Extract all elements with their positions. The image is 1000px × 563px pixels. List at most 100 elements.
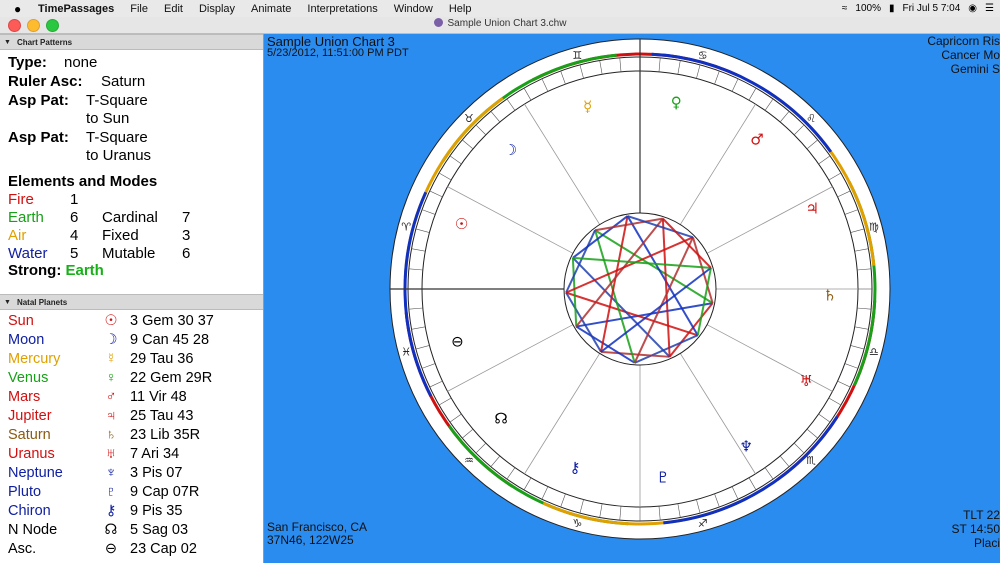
mode-name: Mutable	[102, 245, 156, 262]
menu-help[interactable]: Help	[449, 3, 472, 15]
menu-app[interactable]: TimePassages	[38, 3, 114, 15]
wifi-icon[interactable]: ≈	[842, 3, 848, 14]
clock[interactable]: Fri Jul 5 7:04	[902, 3, 960, 14]
asp2-label: Asp Pat:	[8, 129, 69, 146]
planet-glyph-icon: ⚷	[105, 503, 117, 519]
mode-count: 6	[182, 245, 191, 262]
siri-icon[interactable]: ◉	[968, 3, 977, 14]
window-title-text: Sample Union Chart 3.chw	[447, 18, 567, 29]
planet-glyph-icon: ☿	[583, 97, 592, 115]
planet-glyph-icon: ♃	[805, 200, 818, 218]
planet-row[interactable]: Saturn ♄ 23 Lib 35R	[8, 427, 258, 446]
zodiac-sign-icon: ♊	[572, 49, 582, 62]
planet-glyph-icon: ♀	[105, 370, 117, 386]
planet-row[interactable]: Chiron ⚷ 9 Pis 35	[8, 503, 258, 522]
planet-name: Saturn	[8, 427, 51, 443]
chart-patterns-header[interactable]: ▼ Chart Patterns	[0, 34, 263, 50]
planet-glyph-icon: ♅	[799, 372, 812, 390]
asp1-label: Asp Pat:	[8, 92, 69, 109]
planet-glyph-icon: ♃	[105, 408, 117, 424]
asp1-line2: to Sun	[86, 110, 130, 127]
element-name: Water	[8, 245, 48, 262]
planet-glyph-icon: ☽	[104, 332, 118, 348]
planet-position: 11 Vir 48	[130, 389, 187, 405]
pattern-asp1: Asp Pat: T-Square to Sun	[8, 92, 148, 127]
planet-row[interactable]: Uranus ♅ 7 Ari 34	[8, 446, 258, 465]
planet-name: Venus	[8, 370, 49, 386]
menu-interpretations[interactable]: Interpretations	[307, 3, 377, 15]
planet-glyph-icon: ♂	[105, 389, 117, 405]
planet-row[interactable]: Moon ☽ 9 Can 45 28	[8, 332, 258, 351]
disclosure-triangle-icon[interactable]: ▼	[4, 299, 11, 306]
menu-file[interactable]: File	[130, 3, 148, 15]
planet-position: 23 Cap 02	[130, 541, 197, 557]
planet-row[interactable]: Jupiter ♃ 25 Tau 43	[8, 408, 258, 427]
element-name: Earth	[8, 209, 44, 226]
document-icon	[433, 18, 443, 27]
planet-name: N Node	[8, 522, 58, 538]
zodiac-sign-icon: ♑	[572, 517, 582, 530]
planet-glyph-icon: ♂	[750, 130, 763, 148]
planet-position: 9 Can 45 28	[130, 332, 210, 348]
planet-glyph-icon: ♆	[740, 438, 753, 456]
planet-position: 3 Gem 30 37	[130, 313, 214, 329]
battery-percent[interactable]: 100%	[855, 3, 881, 14]
planet-glyph-icon: ♇	[105, 484, 117, 500]
element-row: Water 5 Mutable 6	[8, 245, 258, 262]
planet-row[interactable]: Mercury ☿ 29 Tau 36	[8, 351, 258, 370]
planet-position: 22 Gem 29R	[130, 370, 213, 386]
natal-planets-header[interactable]: ▼ Natal Planets	[0, 294, 263, 310]
menu-display[interactable]: Display	[199, 3, 235, 15]
planet-glyph-icon: ☉	[104, 313, 118, 329]
element-count: 4	[70, 227, 79, 244]
zodiac-sign-icon: ♎	[869, 346, 879, 359]
planet-row[interactable]: Pluto ♇ 9 Cap 07R	[8, 484, 258, 503]
chart-patterns-panel: Type: none Ruler Asc: Saturn Asp Pat: T-Squ…	[0, 50, 263, 294]
chart-pane[interactable]: Sample Union Chart 3 5/23/2012, 11:51:00…	[264, 34, 1000, 563]
pattern-ruler: Ruler Asc: Saturn	[8, 73, 145, 90]
planet-row[interactable]: Venus ♀ 22 Gem 29R	[8, 370, 258, 389]
element-row: Earth 6 Cardinal 7	[8, 209, 258, 226]
natal-planets-title: Natal Planets	[16, 297, 68, 307]
planet-row[interactable]: Mars ♂ 11 Vir 48	[8, 389, 258, 408]
planet-row[interactable]: Asc. ⊖ 23 Cap 02	[8, 541, 258, 560]
type-label: Type:	[8, 54, 47, 71]
pattern-type: Type: none	[8, 54, 97, 71]
planet-position: 3 Pis 07	[130, 465, 183, 481]
planet-glyph-icon: ☉	[455, 215, 468, 233]
zodiac-sign-icon: ♍	[869, 220, 879, 233]
type-value: none	[64, 54, 98, 71]
menu-animate[interactable]: Animate	[251, 3, 291, 15]
planet-position: 5 Sag 03	[130, 522, 189, 538]
menu-window[interactable]: Window	[394, 3, 433, 15]
planet-position: 9 Pis 35	[130, 503, 183, 519]
apple-menu-icon[interactable]: ●	[14, 2, 28, 16]
menu-edit[interactable]: Edit	[164, 3, 183, 15]
zodiac-sign-icon: ♒	[464, 454, 474, 467]
mode-count: 7	[182, 209, 191, 226]
planet-name: Uranus	[8, 446, 55, 462]
natal-chart-wheel[interactable]: ♈ ♉ ♊ ♋ ♌ ♍ ♎ ♏ ♐ ♑ ♒ ♓ ☉ ☽ ☿ ♀ ♂ ♃ ♄ ♅ ♆ ♇ ⚷ ☊ ⊖	[264, 34, 1000, 563]
notification-icon[interactable]: ☰	[985, 3, 994, 14]
battery-icon[interactable]: ▮	[889, 3, 895, 14]
strong-element: Strong: Earth	[8, 262, 104, 279]
chart-patterns-title: Chart Patterns	[16, 37, 73, 47]
planet-name: Jupiter	[8, 408, 52, 424]
menu-bar: ● TimePassages File Edit Display Animate…	[0, 0, 1000, 18]
planet-position: 23 Lib 35R	[130, 427, 201, 443]
elements-title: Elements and Modes	[8, 173, 158, 190]
planet-glyph-icon: ⊖	[104, 541, 118, 557]
planet-row[interactable]: N Node ☊ 5 Sag 03	[8, 522, 258, 541]
zodiac-sign-icon: ♉	[464, 112, 474, 125]
planet-name: Pluto	[8, 484, 42, 500]
asp1-line1: T-Square	[86, 92, 148, 109]
window-title: Sample Union Chart 3.chw	[0, 18, 1000, 29]
planet-glyph-icon: ♇	[656, 469, 669, 487]
mode-name: Fixed	[102, 227, 139, 244]
planet-row[interactable]: Sun ☉ 3 Gem 30 37	[8, 313, 258, 332]
mode-name: Cardinal	[102, 209, 158, 226]
planet-row[interactable]: Neptune ♆ 3 Pis 07	[8, 465, 258, 484]
planet-position: 7 Ari 34	[130, 446, 180, 462]
element-count: 6	[70, 209, 79, 226]
disclosure-triangle-icon[interactable]: ▼	[4, 39, 11, 46]
